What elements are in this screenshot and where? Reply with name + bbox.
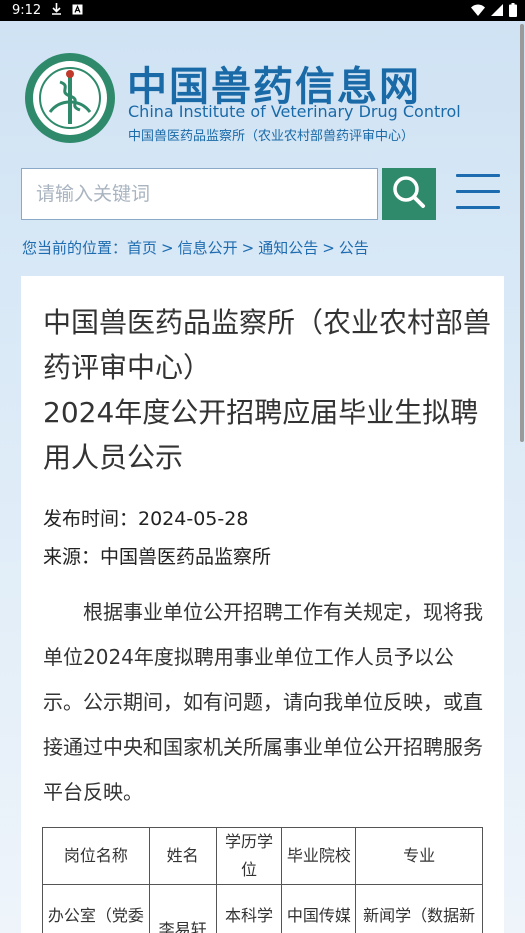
publish-time: 发布时间：2024-05-28: [43, 508, 249, 530]
table-header-row: 岗位名称 姓名 学历学位 毕业院校 专业: [42, 827, 483, 885]
table-cell: 中国传媒大学: [281, 884, 357, 933]
article-title-line1: 中国兽医药品监察所（农业农村部兽药评审中心）: [43, 306, 492, 384]
status-bar: 9:12: [0, 0, 525, 21]
article-title: 中国兽医药品监察所（农业农村部兽药评审中心） 2024年度公开招聘应届毕业生拟聘…: [43, 300, 493, 480]
table-header-cell: 毕业院校: [281, 827, 357, 885]
battery-icon: [509, 3, 517, 21]
table-cell: 李易轩: [148, 884, 217, 933]
breadcrumb-separator: >: [241, 239, 255, 257]
table-cell: 新闻学（数据新闻报道方向）: [355, 884, 483, 933]
breadcrumb-home[interactable]: 首页: [127, 239, 157, 257]
app-notification-icon: [72, 4, 83, 18]
table-cell: 本科学士: [215, 884, 283, 933]
hamburger-line: [456, 174, 500, 177]
table-header-cell: 姓名: [148, 827, 217, 885]
download-icon: [51, 3, 62, 18]
search-button[interactable]: [382, 168, 436, 220]
site-name-en: China Institute of Veterinary Drug Contr…: [128, 102, 461, 121]
article-body: 根据事业单位公开招聘工作有关规定，现将我单位2024年度拟聘用事业单位工作人员予…: [43, 600, 483, 804]
site-emblem-logo[interactable]: [24, 52, 116, 144]
article-title-line2: 2024年度公开招聘应届毕业生拟聘用人员公示: [43, 396, 479, 474]
breadcrumb-announcement[interactable]: 公告: [339, 239, 369, 257]
breadcrumb-separator: >: [322, 239, 335, 257]
breadcrumb-prefix: 您当前的位置：: [22, 239, 128, 257]
article-card: 中国兽医药品监察所（农业农村部兽药评审中心） 2024年度公开招聘应届毕业生拟聘…: [21, 276, 504, 933]
page-scrollbar[interactable]: [520, 24, 524, 442]
search-field[interactable]: [21, 168, 378, 220]
breadcrumb-notices[interactable]: 通知公告: [258, 239, 318, 257]
table-header-cell: 岗位名称: [42, 827, 150, 885]
menu-button[interactable]: [456, 174, 500, 214]
recruitment-table: 岗位名称 姓名 学历学位 毕业院校 专业 办公室（党委办公室） 李易轩 本科学士…: [42, 827, 483, 933]
wifi-icon: [471, 4, 485, 20]
table-cell: 办公室（党委办公室）: [42, 884, 150, 933]
table-header-cell: 学历学位: [215, 827, 283, 885]
hamburger-line: [456, 206, 500, 209]
search-icon: [392, 175, 426, 213]
table-header-cell: 专业: [355, 827, 483, 885]
site-header: 中国兽药信息网 China Institute of Veterinary Dr…: [24, 52, 464, 147]
hamburger-line: [456, 190, 500, 193]
article-source: 来源：中国兽医药品监察所: [43, 546, 272, 568]
breadcrumb-separator: >: [161, 239, 174, 257]
signal-icon: [491, 4, 503, 20]
site-organization: 中国兽医药品监察所（农业农村部兽药评审中心）: [128, 129, 415, 144]
table-row: 办公室（党委办公室） 李易轩 本科学士 中国传媒大学 新闻学（数据新闻报道方向）: [42, 884, 483, 933]
breadcrumb: 您当前的位置：首页 > 信息公开 > 通知公告 > 公告: [22, 237, 369, 258]
breadcrumb-info-public[interactable]: 信息公开: [178, 239, 238, 257]
search-input[interactable]: [22, 169, 366, 219]
status-time: 9:12: [12, 3, 42, 18]
